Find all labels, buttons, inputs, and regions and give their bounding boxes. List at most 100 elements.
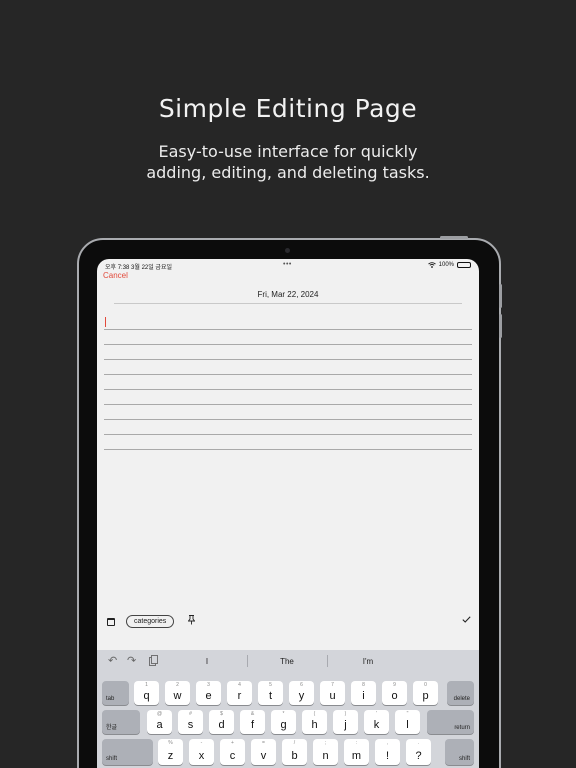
key-primary-label: y bbox=[298, 690, 305, 702]
key-a[interactable]: @ a bbox=[147, 710, 172, 734]
key-h[interactable]: (h bbox=[302, 710, 327, 734]
clipboard-icon[interactable] bbox=[149, 655, 158, 668]
key-f[interactable]: & f bbox=[240, 710, 265, 734]
editor-toolbar: categories bbox=[97, 615, 479, 631]
key-q[interactable]: 1q bbox=[134, 681, 159, 705]
key-primary-label: d bbox=[218, 719, 225, 731]
key-primary-label: j bbox=[344, 719, 347, 731]
key-d[interactable]: $ d bbox=[209, 710, 234, 734]
key-k[interactable]: ' k bbox=[364, 710, 389, 734]
key-secondary-label: 3 bbox=[207, 682, 210, 688]
key-secondary-label: 4 bbox=[238, 682, 241, 688]
key-primary-label: s bbox=[187, 719, 194, 731]
key-w[interactable]: 2w bbox=[165, 681, 190, 705]
date-header[interactable]: Fri, Mar 22, 2024 bbox=[97, 290, 479, 299]
key-primary-label: l bbox=[406, 719, 409, 731]
key-secondary-label: % bbox=[168, 740, 173, 746]
text-caret bbox=[105, 317, 106, 327]
key-b[interactable]: / b bbox=[282, 739, 307, 765]
key-j[interactable]: ) j bbox=[333, 710, 358, 734]
key-primary-label: a bbox=[156, 719, 163, 731]
key-primary-label: r bbox=[237, 690, 242, 702]
key-secondary-label: 5 bbox=[269, 682, 272, 688]
key-m[interactable]: :m bbox=[344, 739, 369, 765]
key-secondary-label: 7 bbox=[331, 682, 334, 688]
suggestion-bar: ↶ ↷ I The I'm bbox=[97, 650, 479, 672]
key-o[interactable]: 9o bbox=[382, 681, 407, 705]
key-secondary-label: @ bbox=[156, 711, 163, 717]
key-secondary-label: ( bbox=[313, 711, 316, 717]
key-t[interactable]: 5t bbox=[258, 681, 283, 705]
key-secondary-label: : bbox=[355, 740, 358, 746]
key-question[interactable]: .? bbox=[406, 739, 431, 765]
promo-title: Simple Editing Page bbox=[158, 94, 418, 123]
key-primary-label: k bbox=[373, 719, 380, 731]
ruled-line bbox=[104, 344, 472, 345]
shift-key-right[interactable]: shift bbox=[445, 739, 474, 765]
redo-icon[interactable]: ↷ bbox=[127, 654, 136, 667]
key-v[interactable]: = v bbox=[251, 739, 276, 765]
key-primary-label: g bbox=[280, 719, 287, 731]
key-secondary-label: 2 bbox=[176, 682, 179, 688]
language-key[interactable]: 한글 bbox=[102, 710, 140, 734]
key-primary-label: i bbox=[362, 690, 365, 702]
suggestion-2[interactable]: The bbox=[247, 657, 327, 666]
key-g[interactable]: * g bbox=[271, 710, 296, 734]
key-primary-label: ! bbox=[385, 750, 390, 762]
key-p[interactable]: 0p bbox=[413, 681, 438, 705]
key-secondary-label: & bbox=[250, 711, 255, 717]
key-y[interactable]: 6y bbox=[289, 681, 314, 705]
ruled-line bbox=[104, 404, 472, 405]
suggestion-3[interactable]: I'm bbox=[328, 657, 408, 666]
undo-icon[interactable]: ↶ bbox=[108, 654, 117, 667]
key-secondary-label: $ bbox=[220, 711, 223, 717]
key-secondary-label: = bbox=[262, 740, 265, 746]
key-primary-label: t bbox=[268, 690, 273, 702]
tablet-screen: 오후 7:38 3월 22일 금요일 ••• 100% Cancel Fri, … bbox=[97, 259, 479, 768]
tablet-top-button bbox=[440, 236, 468, 239]
key-e[interactable]: 3e bbox=[196, 681, 221, 705]
key-secondary-label: ' bbox=[376, 711, 377, 717]
cancel-button[interactable]: Cancel bbox=[103, 271, 128, 280]
status-bar: 오후 7:38 3월 22일 금요일 ••• 100% bbox=[97, 261, 479, 271]
tablet-volume-up-button bbox=[499, 284, 502, 308]
promo-subtitle-line-2: adding, editing, and deleting tasks. bbox=[146, 163, 430, 182]
key-u[interactable]: 7u bbox=[320, 681, 345, 705]
task-text-area[interactable] bbox=[97, 311, 479, 451]
key-exclamation[interactable]: ,! bbox=[375, 739, 400, 765]
key-c[interactable]: + c bbox=[220, 739, 245, 765]
key-secondary-label: , bbox=[386, 740, 389, 746]
key-x[interactable]: -x bbox=[189, 739, 214, 765]
key-n[interactable]: ; n bbox=[313, 739, 338, 765]
key-primary-label: w bbox=[173, 690, 182, 702]
key-r[interactable]: 4r bbox=[227, 681, 252, 705]
key-primary-label: m bbox=[351, 750, 362, 762]
pin-icon[interactable] bbox=[187, 615, 196, 627]
ruled-line bbox=[104, 329, 472, 330]
key-primary-label: ? bbox=[415, 750, 422, 762]
tab-key[interactable]: tab bbox=[102, 681, 129, 705]
key-primary-label: h bbox=[311, 719, 318, 731]
key-i[interactable]: 8i bbox=[351, 681, 376, 705]
key-primary-label: o bbox=[391, 690, 398, 702]
delete-key[interactable]: delete bbox=[447, 681, 474, 705]
multitasking-dots[interactable]: ••• bbox=[283, 261, 292, 268]
key-s[interactable]: # s bbox=[178, 710, 203, 734]
key-secondary-label: 9 bbox=[393, 682, 396, 688]
tablet-volume-down-button bbox=[499, 314, 502, 338]
return-key[interactable]: return bbox=[427, 710, 474, 734]
suggestion-1[interactable]: I bbox=[167, 657, 247, 666]
key-z[interactable]: % z bbox=[158, 739, 183, 765]
key-primary-label: f bbox=[250, 719, 255, 731]
key-secondary-label: ) bbox=[344, 711, 347, 717]
categories-button[interactable]: categories bbox=[126, 615, 175, 628]
key-l[interactable]: " l bbox=[395, 710, 420, 734]
key-primary-label: v bbox=[260, 750, 267, 762]
key-primary-label: e bbox=[205, 690, 212, 702]
key-secondary-label: 6 bbox=[300, 682, 303, 688]
shift-key-left[interactable]: shift bbox=[102, 739, 153, 765]
key-primary-label: u bbox=[329, 690, 336, 702]
battery-icon bbox=[457, 262, 471, 268]
checkmark-icon[interactable] bbox=[462, 615, 471, 626]
calendar-icon[interactable] bbox=[107, 618, 115, 626]
